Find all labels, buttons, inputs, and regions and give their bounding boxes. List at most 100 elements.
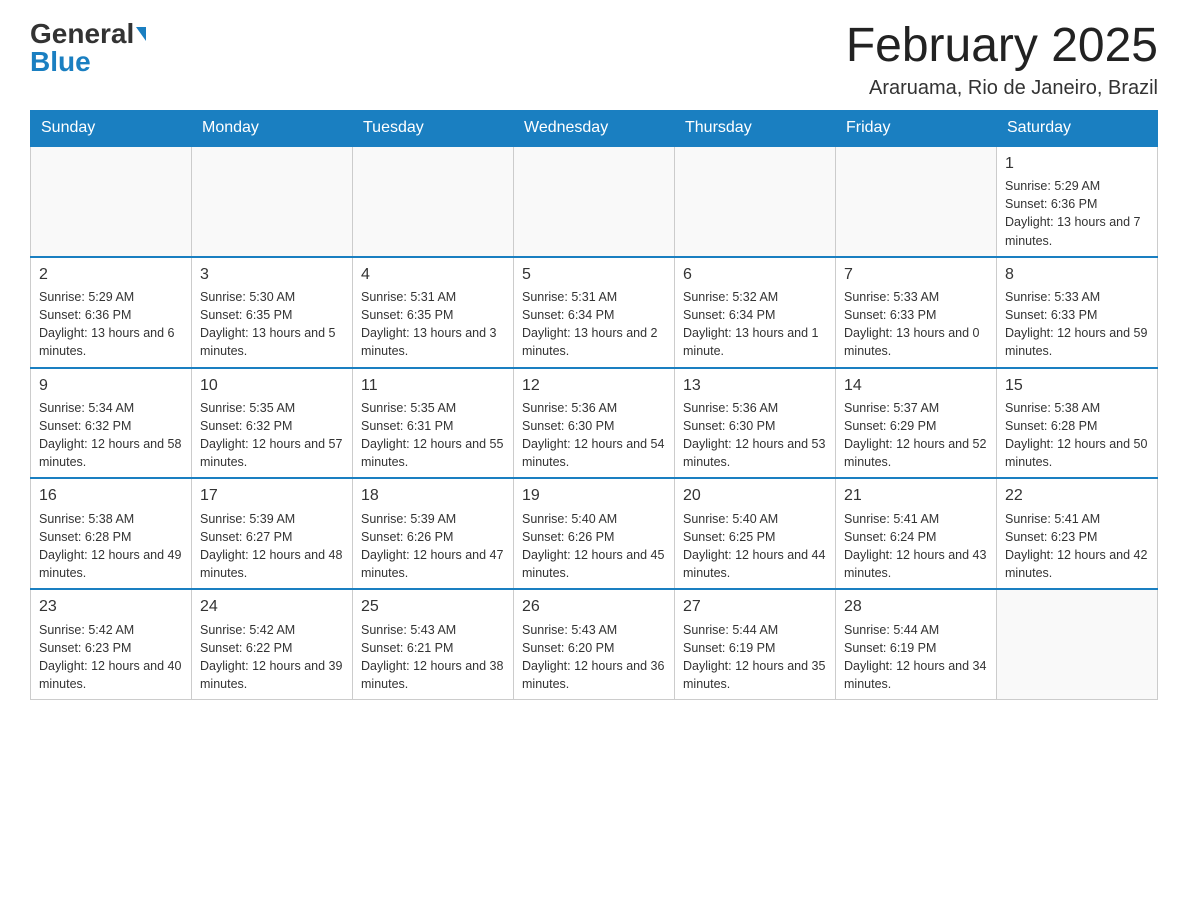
header-saturday: Saturday xyxy=(997,110,1158,146)
calendar-week-row: 1Sunrise: 5:29 AMSunset: 6:36 PMDaylight… xyxy=(31,146,1158,257)
table-row: 9Sunrise: 5:34 AMSunset: 6:32 PMDaylight… xyxy=(31,368,192,479)
table-row: 28 Sunrise: 5:44 AMSunset: 6:19 PMDayligh… xyxy=(836,589,997,699)
day-info: Sunrise: 5:31 AMSunset: 6:34 PMDaylight:… xyxy=(522,288,666,361)
day-number: 15 xyxy=(1005,375,1149,397)
day-number: 23 xyxy=(39,596,183,618)
day-number: 26 xyxy=(522,596,666,618)
header-thursday: Thursday xyxy=(675,110,836,146)
table-row: 16Sunrise: 5:38 AMSunset: 6:28 PMDayligh… xyxy=(31,478,192,589)
logo-general-text: General xyxy=(30,20,134,48)
day-info: Sunrise: 5:39 AMSunset: 6:26 PMDaylight:… xyxy=(361,510,505,583)
table-row: 15Sunrise: 5:38 AMSunset: 6:28 PMDayligh… xyxy=(997,368,1158,479)
day-info: Sunrise: 5:37 AMSunset: 6:29 PMDaylight:… xyxy=(844,399,988,472)
table-row: 6Sunrise: 5:32 AMSunset: 6:34 PMDaylight… xyxy=(675,257,836,368)
table-row: 22 Sunrise: 5:41 AMSunset: 6:23 PMDayligh… xyxy=(997,478,1158,589)
day-number: 9 xyxy=(39,375,183,397)
day-info: Sunrise: 5:36 AMSunset: 6:30 PMDaylight:… xyxy=(683,399,827,472)
day-info: Sunrise: 5:33 AMSunset: 6:33 PMDaylight:… xyxy=(1005,288,1149,361)
table-row xyxy=(675,146,836,257)
title-block: February 2025 Araruama, Rio de Janeiro, … xyxy=(846,20,1158,100)
day-info: Sunrise: 5:38 AMSunset: 6:28 PMDaylight:… xyxy=(1005,399,1149,472)
header-wednesday: Wednesday xyxy=(514,110,675,146)
logo: General Blue xyxy=(30,20,146,76)
day-info: Sunrise: 5:43 AMSunset: 6:20 PMDaylight:… xyxy=(522,621,666,694)
day-info: Sunrise: 5:32 AMSunset: 6:34 PMDaylight:… xyxy=(683,288,827,361)
calendar-week-row: 23Sunrise: 5:42 AMSunset: 6:23 PMDayligh… xyxy=(31,589,1158,699)
day-number: 28 xyxy=(844,596,988,618)
day-number: 13 xyxy=(683,375,827,397)
table-row: 13Sunrise: 5:36 AMSunset: 6:30 PMDayligh… xyxy=(675,368,836,479)
day-info: Sunrise: 5:33 AMSunset: 6:33 PMDaylight:… xyxy=(844,288,988,361)
table-row: 14Sunrise: 5:37 AMSunset: 6:29 PMDayligh… xyxy=(836,368,997,479)
day-number: 6 xyxy=(683,264,827,286)
day-number: 8 xyxy=(1005,264,1149,286)
day-number: 2 xyxy=(39,264,183,286)
day-number: 20 xyxy=(683,485,827,507)
day-number: 4 xyxy=(361,264,505,286)
table-row: 19Sunrise: 5:40 AMSunset: 6:26 PMDayligh… xyxy=(514,478,675,589)
calendar-header-row: Sunday Monday Tuesday Wednesday Thursday… xyxy=(31,110,1158,146)
day-number: 17 xyxy=(200,485,344,507)
table-row: 24 Sunrise: 5:42 AMSunset: 6:22 PMDayligh… xyxy=(192,589,353,699)
day-number: 25 xyxy=(361,596,505,618)
day-info: Sunrise: 5:40 AMSunset: 6:25 PMDaylight:… xyxy=(683,510,827,583)
day-info: Sunrise: 5:36 AMSunset: 6:30 PMDaylight:… xyxy=(522,399,666,472)
table-row: 27Sunrise: 5:44 AMSunset: 6:19 PMDayligh… xyxy=(675,589,836,699)
table-row: 12Sunrise: 5:36 AMSunset: 6:30 PMDayligh… xyxy=(514,368,675,479)
table-row: 5Sunrise: 5:31 AMSunset: 6:34 PMDaylight… xyxy=(514,257,675,368)
day-number: 12 xyxy=(522,375,666,397)
day-info: Sunrise: 5:41 AMSunset: 6:24 PMDaylight:… xyxy=(844,510,988,583)
page-header: General Blue February 2025 Araruama, Rio… xyxy=(30,20,1158,100)
day-info: Sunrise: 5:44 AMSunset: 6:19 PMDaylight:… xyxy=(683,621,827,694)
header-friday: Friday xyxy=(836,110,997,146)
day-info: Sunrise: 5:41 AMSunset: 6:23 PMDaylight:… xyxy=(1005,510,1149,583)
header-monday: Monday xyxy=(192,110,353,146)
day-number: 24 xyxy=(200,596,344,618)
table-row: 7Sunrise: 5:33 AMSunset: 6:33 PMDaylight… xyxy=(836,257,997,368)
day-info: Sunrise: 5:35 AMSunset: 6:32 PMDaylight:… xyxy=(200,399,344,472)
table-row: 26 Sunrise: 5:43 AMSunset: 6:20 PMDayligh… xyxy=(514,589,675,699)
day-number: 10 xyxy=(200,375,344,397)
day-info: Sunrise: 5:29 AMSunset: 6:36 PMDaylight:… xyxy=(1005,177,1149,250)
calendar-week-row: 9Sunrise: 5:34 AMSunset: 6:32 PMDaylight… xyxy=(31,368,1158,479)
table-row: 3Sunrise: 5:30 AMSunset: 6:35 PMDaylight… xyxy=(192,257,353,368)
calendar-table: Sunday Monday Tuesday Wednesday Thursday… xyxy=(30,110,1158,700)
logo-arrow-icon xyxy=(136,27,146,41)
table-row: 8Sunrise: 5:33 AMSunset: 6:33 PMDaylight… xyxy=(997,257,1158,368)
table-row: 17 Sunrise: 5:39 AMSunset: 6:27 PMDayligh… xyxy=(192,478,353,589)
day-number: 5 xyxy=(522,264,666,286)
table-row xyxy=(353,146,514,257)
location-subtitle: Araruama, Rio de Janeiro, Brazil xyxy=(846,77,1158,100)
table-row: 4Sunrise: 5:31 AMSunset: 6:35 PMDaylight… xyxy=(353,257,514,368)
calendar-title: February 2025 xyxy=(846,20,1158,73)
day-number: 1 xyxy=(1005,153,1149,175)
day-info: Sunrise: 5:31 AMSunset: 6:35 PMDaylight:… xyxy=(361,288,505,361)
day-info: Sunrise: 5:35 AMSunset: 6:31 PMDaylight:… xyxy=(361,399,505,472)
table-row: 20 Sunrise: 5:40 AMSunset: 6:25 PMDayligh… xyxy=(675,478,836,589)
table-row xyxy=(997,589,1158,699)
day-info: Sunrise: 5:39 AMSunset: 6:27 PMDaylight:… xyxy=(200,510,344,583)
day-number: 22 xyxy=(1005,485,1149,507)
day-info: Sunrise: 5:43 AMSunset: 6:21 PMDaylight:… xyxy=(361,621,505,694)
day-number: 3 xyxy=(200,264,344,286)
table-row: 25 Sunrise: 5:43 AMSunset: 6:21 PMDayligh… xyxy=(353,589,514,699)
day-info: Sunrise: 5:42 AMSunset: 6:22 PMDaylight:… xyxy=(200,621,344,694)
header-sunday: Sunday xyxy=(31,110,192,146)
table-row xyxy=(836,146,997,257)
logo-blue-text: Blue xyxy=(30,48,91,76)
calendar-week-row: 16Sunrise: 5:38 AMSunset: 6:28 PMDayligh… xyxy=(31,478,1158,589)
day-number: 18 xyxy=(361,485,505,507)
table-row: 23Sunrise: 5:42 AMSunset: 6:23 PMDayligh… xyxy=(31,589,192,699)
table-row: 11Sunrise: 5:35 AMSunset: 6:31 PMDayligh… xyxy=(353,368,514,479)
table-row: 21Sunrise: 5:41 AMSunset: 6:24 PMDayligh… xyxy=(836,478,997,589)
day-number: 7 xyxy=(844,264,988,286)
day-info: Sunrise: 5:44 AMSunset: 6:19 PMDaylight:… xyxy=(844,621,988,694)
table-row xyxy=(192,146,353,257)
day-number: 11 xyxy=(361,375,505,397)
table-row: 1Sunrise: 5:29 AMSunset: 6:36 PMDaylight… xyxy=(997,146,1158,257)
table-row xyxy=(31,146,192,257)
day-info: Sunrise: 5:34 AMSunset: 6:32 PMDaylight:… xyxy=(39,399,183,472)
header-tuesday: Tuesday xyxy=(353,110,514,146)
table-row: 2Sunrise: 5:29 AMSunset: 6:36 PMDaylight… xyxy=(31,257,192,368)
day-number: 19 xyxy=(522,485,666,507)
